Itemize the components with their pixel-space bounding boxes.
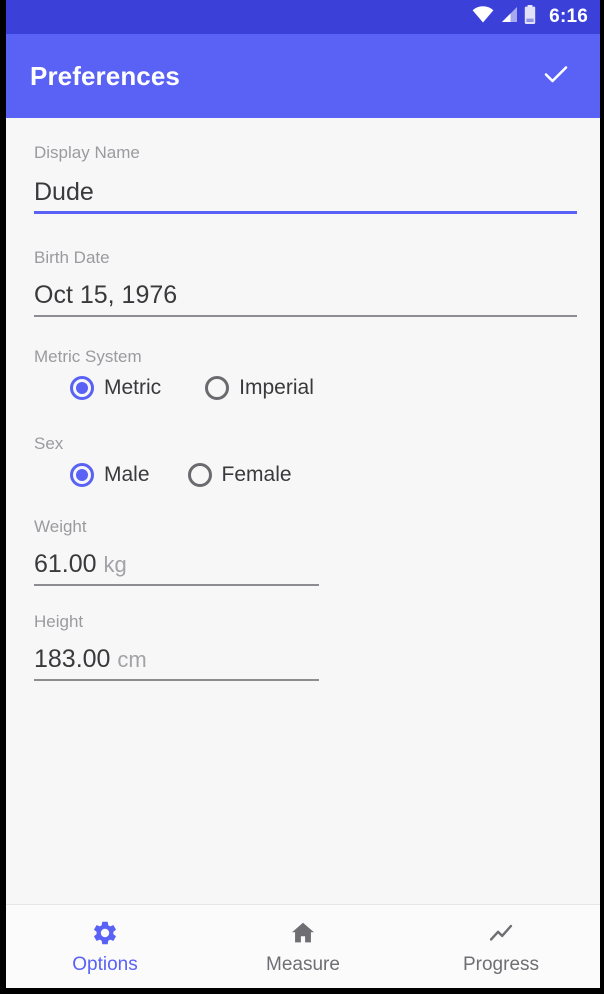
height-label: Height [34, 612, 84, 631]
trending-line-icon [487, 918, 515, 948]
wifi-icon [472, 6, 494, 28]
radio-indicator-imperial [205, 376, 230, 400]
height-field[interactable]: Height 183.00 cm [34, 586, 572, 681]
radio-label-metric: Metric [104, 376, 162, 399]
nav-item-options[interactable]: Options [6, 905, 204, 988]
status-bar-icons: 6:16 [472, 5, 588, 29]
height-underline [34, 679, 319, 681]
status-bar-clock: 6:16 [549, 6, 588, 27]
nav-label-measure: Measure [266, 953, 340, 975]
display-name-label: Display Name [34, 143, 140, 162]
birth-date-field[interactable]: Birth Date Oct 15, 1976 [34, 214, 577, 317]
radio-indicator-female [187, 463, 212, 487]
birth-date-input[interactable]: Oct 15, 1976 [34, 268, 572, 315]
display-name-field[interactable]: Display Name Dude [34, 118, 577, 214]
gear-icon [91, 918, 119, 948]
phone-screen: 6:16 Preferences Display Name Dude Birth… [6, 0, 600, 988]
radio-option-male[interactable]: Male [70, 459, 150, 491]
nav-item-measure[interactable]: Measure [204, 905, 402, 988]
save-preferences-button[interactable] [534, 54, 578, 98]
sex-group: Sex Male Female [34, 404, 572, 491]
cellular-signal-icon [500, 6, 518, 28]
weight-field[interactable]: Weight 61.00 kg [34, 491, 572, 586]
sex-options: Male Female [34, 459, 572, 491]
radio-option-metric[interactable]: Metric [70, 372, 161, 404]
radio-option-imperial[interactable]: Imperial [205, 372, 314, 404]
metric-system-group: Metric System Metric Imperial [34, 317, 572, 404]
weight-value-row[interactable]: 61.00 kg [34, 537, 572, 584]
nav-item-progress[interactable]: Progress [402, 905, 600, 988]
height-unit: cm [117, 647, 147, 672]
radio-indicator-metric [70, 376, 94, 400]
birth-date-underline [34, 315, 577, 317]
bottom-navigation-bar: Options Measure Progress [6, 904, 600, 988]
battery-icon [524, 5, 536, 29]
radio-label-imperial: Imperial [239, 376, 314, 399]
weight-input[interactable]: 61.00 [34, 550, 97, 578]
radio-label-male: Male [104, 463, 150, 486]
radio-indicator-male [70, 463, 94, 487]
birth-date-label: Birth Date [34, 248, 110, 267]
nav-label-options: Options [72, 953, 138, 975]
radio-label-female: Female [221, 463, 292, 486]
sex-label: Sex [34, 434, 64, 453]
check-icon [540, 58, 572, 95]
app-bar: Preferences [6, 34, 600, 118]
preferences-form: Display Name Dude Birth Date Oct 15, 197… [6, 118, 600, 904]
radio-option-female[interactable]: Female [187, 459, 292, 491]
height-input[interactable]: 183.00 [34, 645, 110, 673]
nav-label-progress: Progress [462, 953, 540, 975]
weight-unit: kg [103, 552, 127, 577]
device-frame: 6:16 Preferences Display Name Dude Birth… [0, 0, 604, 994]
height-value-row[interactable]: 183.00 cm [34, 632, 572, 679]
display-name-input[interactable]: Dude [34, 163, 572, 211]
metric-system-options: Metric Imperial [34, 372, 572, 404]
home-icon [289, 918, 317, 948]
weight-label: Weight [34, 517, 87, 536]
metric-system-label: Metric System [34, 347, 142, 366]
page-title: Preferences [30, 60, 180, 91]
status-bar: 6:16 [6, 0, 600, 34]
